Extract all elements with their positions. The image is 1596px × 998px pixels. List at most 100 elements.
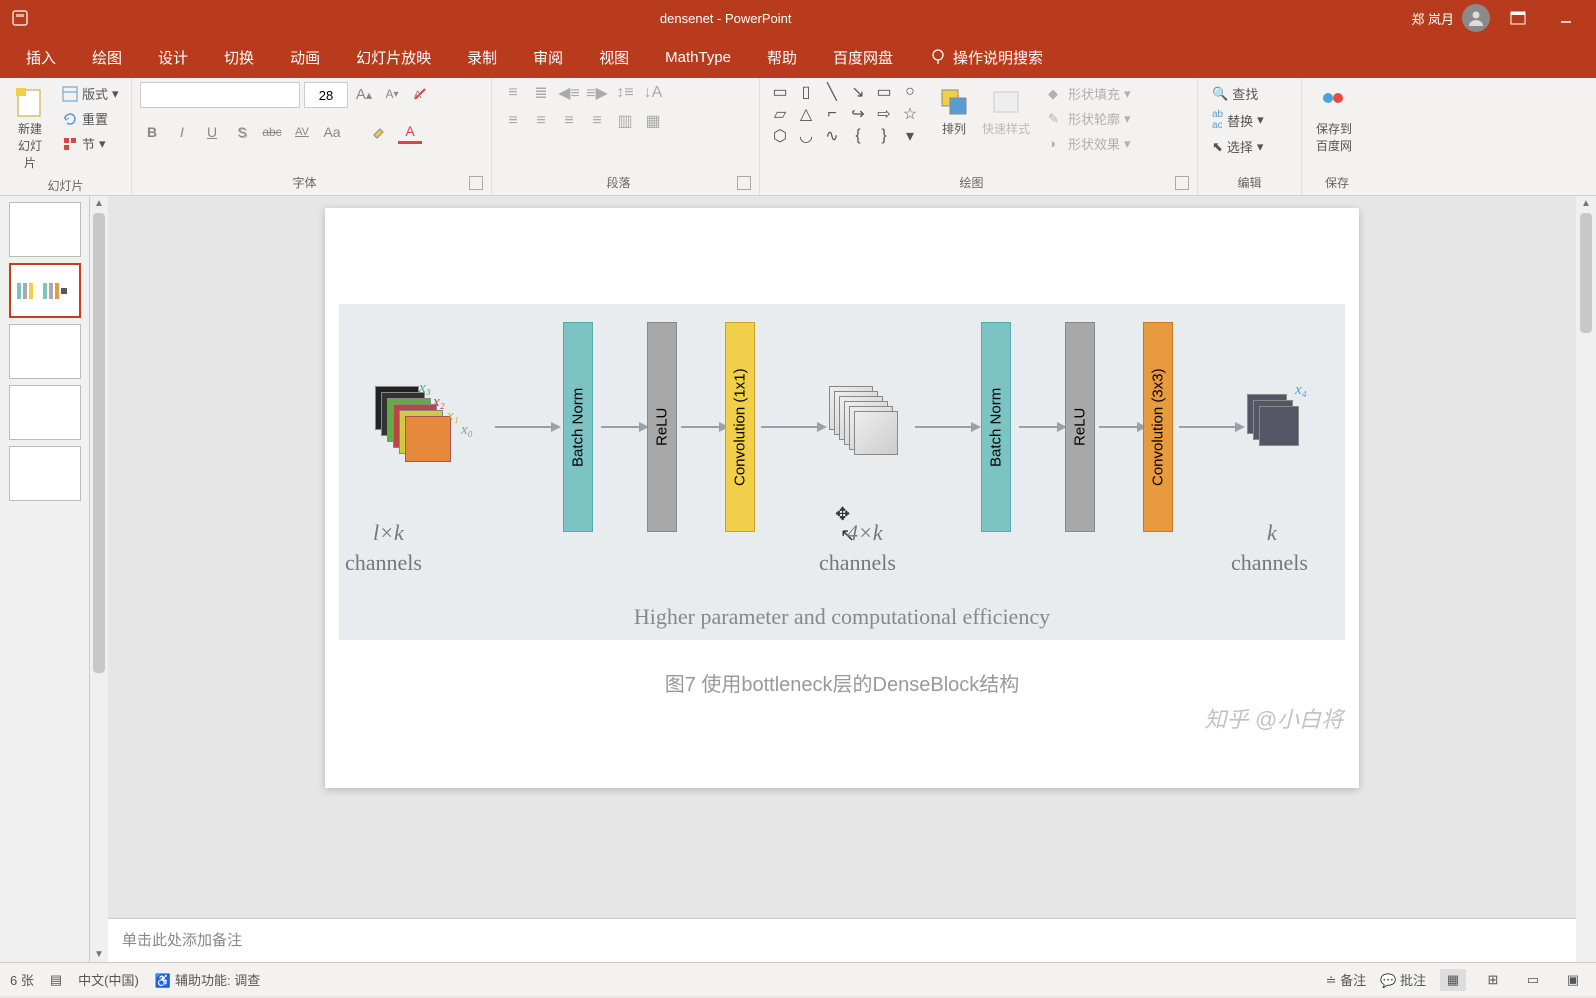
numbering-icon[interactable]: ≣ [528, 82, 554, 104]
shape-star-icon[interactable]: ☆ [898, 104, 922, 124]
align-right-icon[interactable]: ≡ [556, 110, 582, 132]
tab-mathtype[interactable]: MathType [647, 39, 749, 76]
ribbon-display-icon[interactable] [1498, 2, 1538, 34]
section-button[interactable]: 节 ▾ [56, 132, 125, 155]
tab-record[interactable]: 录制 [449, 37, 515, 78]
decrease-font-icon[interactable]: A▾ [380, 82, 404, 106]
tab-help[interactable]: 帮助 [749, 37, 815, 78]
smartart-icon[interactable]: ▦ [640, 110, 666, 132]
minimize-icon[interactable] [1546, 2, 1586, 34]
font-name-input[interactable] [140, 82, 300, 108]
bullets-icon[interactable]: ≡ [500, 82, 526, 104]
slide-thumb-4[interactable] [9, 385, 81, 440]
shape-textbox-icon[interactable]: ▭ [768, 82, 792, 102]
increase-font-icon[interactable]: A▴ [352, 82, 376, 106]
shape-triangle-icon[interactable]: △ [794, 104, 818, 124]
shape-line-icon[interactable]: ╲ [820, 82, 844, 102]
scroll-thumb[interactable] [93, 213, 105, 673]
tab-view[interactable]: 视图 [581, 37, 647, 78]
notes-toggle[interactable]: ≐ 备注 [1326, 970, 1367, 989]
bold-button[interactable]: B [140, 120, 164, 144]
shape-fill-button[interactable]: ◆形状填充 ▾ [1042, 82, 1137, 105]
shape-rect-icon[interactable]: ▭ [872, 82, 896, 102]
shape-hex-icon[interactable]: ⬡ [768, 126, 792, 146]
editor-scrollbar[interactable]: ▲ [1576, 196, 1596, 962]
text-direction-icon[interactable]: ↓A [640, 82, 666, 104]
tab-draw[interactable]: 绘图 [74, 37, 140, 78]
shape-outline-button[interactable]: ✎形状轮廓 ▾ [1042, 107, 1137, 130]
slide-count[interactable]: 6 张 [10, 970, 34, 989]
change-case-button[interactable]: Aa [320, 120, 344, 144]
justify-icon[interactable]: ≡ [584, 110, 610, 132]
shape-textbox2-icon[interactable]: ▯ [794, 82, 818, 102]
slide-thumb-2[interactable] [9, 263, 81, 318]
tab-slideshow[interactable]: 幻灯片放映 [338, 37, 449, 78]
editor-scroll-thumb[interactable] [1580, 213, 1592, 333]
tab-animations[interactable]: 动画 [272, 37, 338, 78]
font-color-button[interactable]: A [398, 120, 422, 144]
clear-format-icon[interactable]: A [408, 82, 432, 106]
align-left-icon[interactable]: ≡ [500, 110, 526, 132]
quick-styles-button[interactable]: 快速样式 [976, 82, 1036, 141]
slideshow-view-icon[interactable]: ▣ [1560, 969, 1586, 991]
sorter-view-icon[interactable]: ⊞ [1480, 969, 1506, 991]
new-slide-button[interactable]: 新建 幻灯片 [8, 82, 52, 175]
layout-button[interactable]: 版式 ▾ [56, 82, 125, 105]
slide-thumb-5[interactable] [9, 446, 81, 501]
shape-brace-r-icon[interactable]: } [872, 126, 896, 146]
char-spacing-button[interactable]: AV [290, 120, 314, 144]
tab-review[interactable]: 审阅 [515, 37, 581, 78]
find-button[interactable]: 🔍查找 [1206, 82, 1270, 105]
shape-blockarrow-icon[interactable]: ⇨ [872, 104, 896, 124]
shape-brace-l-icon[interactable]: { [846, 126, 870, 146]
shape-arc-icon[interactable]: ◡ [794, 126, 818, 146]
increase-indent-icon[interactable]: ≡▶ [584, 82, 610, 104]
underline-button[interactable]: U [200, 120, 224, 144]
comments-toggle[interactable]: 💬 批注 [1380, 970, 1426, 989]
columns-icon[interactable]: ▥ [612, 110, 638, 132]
select-button[interactable]: ⬉选择 ▾ [1206, 135, 1270, 158]
accessibility-status[interactable]: ♿辅助功能: 调查 [155, 970, 260, 989]
decrease-indent-icon[interactable]: ◀≡ [556, 82, 582, 104]
tab-transitions[interactable]: 切换 [206, 37, 272, 78]
shape-oval-icon[interactable]: ○ [898, 82, 922, 102]
shape-curve-icon[interactable]: ↪ [846, 104, 870, 124]
tab-design[interactable]: 设计 [140, 37, 206, 78]
font-dialog-launcher[interactable] [469, 176, 483, 190]
avatar[interactable] [1462, 4, 1490, 32]
shape-wave-icon[interactable]: ∿ [820, 126, 844, 146]
font-size-input[interactable] [304, 82, 348, 108]
shape-arrow-icon[interactable]: ↘ [846, 82, 870, 102]
slide-canvas[interactable]: x₃ x₂ x₁ x₀ l×k channels Batch Norm ReLU… [325, 208, 1359, 788]
notes-pane[interactable]: 单击此处添加备注 [108, 918, 1576, 962]
line-spacing-icon[interactable]: ↕≡ [612, 82, 638, 104]
reset-button[interactable]: 重置 [56, 107, 125, 130]
tab-insert[interactable]: 插入 [8, 37, 74, 78]
shadow-button[interactable]: S [230, 120, 254, 144]
autosave-toggle[interactable] [0, 9, 40, 27]
normal-view-icon[interactable]: ▦ [1440, 969, 1466, 991]
strike-button[interactable]: abc [260, 120, 284, 144]
shape-more-icon[interactable]: ▾ [898, 126, 922, 146]
shape-gallery[interactable]: ▭ ▯ ╲ ↘ ▭ ○ ▱ △ ⌐ ↪ ⇨ ☆ ⬡ ◡ ∿ { } ▾ [768, 82, 922, 146]
arrange-button[interactable]: 排列 [932, 82, 976, 141]
language-status[interactable]: 中文(中国) [78, 970, 139, 989]
highlight-button[interactable] [368, 120, 392, 144]
lightbulb-icon [929, 48, 947, 66]
thumb-scrollbar[interactable]: ▲ ▼ [90, 196, 108, 962]
italic-button[interactable]: I [170, 120, 194, 144]
tab-baidu[interactable]: 百度网盘 [815, 37, 911, 78]
replace-button[interactable]: abac替换 ▾ [1206, 107, 1270, 133]
tell-me-search[interactable]: 操作说明搜索 [911, 37, 1061, 78]
paragraph-dialog-launcher[interactable] [737, 176, 751, 190]
spellcheck-icon[interactable]: ▤ [50, 972, 62, 988]
reading-view-icon[interactable]: ▭ [1520, 969, 1546, 991]
save-baidu-button[interactable]: 保存到 百度网 [1310, 82, 1358, 158]
drawing-dialog-launcher[interactable] [1175, 176, 1189, 190]
shape-effects-button[interactable]: ◑形状效果 ▾ [1042, 132, 1137, 155]
align-center-icon[interactable]: ≡ [528, 110, 554, 132]
slide-thumb-1[interactable] [9, 202, 81, 257]
slide-thumb-3[interactable] [9, 324, 81, 379]
shape-rect2-icon[interactable]: ▱ [768, 104, 792, 124]
shape-elbow-icon[interactable]: ⌐ [820, 104, 844, 124]
